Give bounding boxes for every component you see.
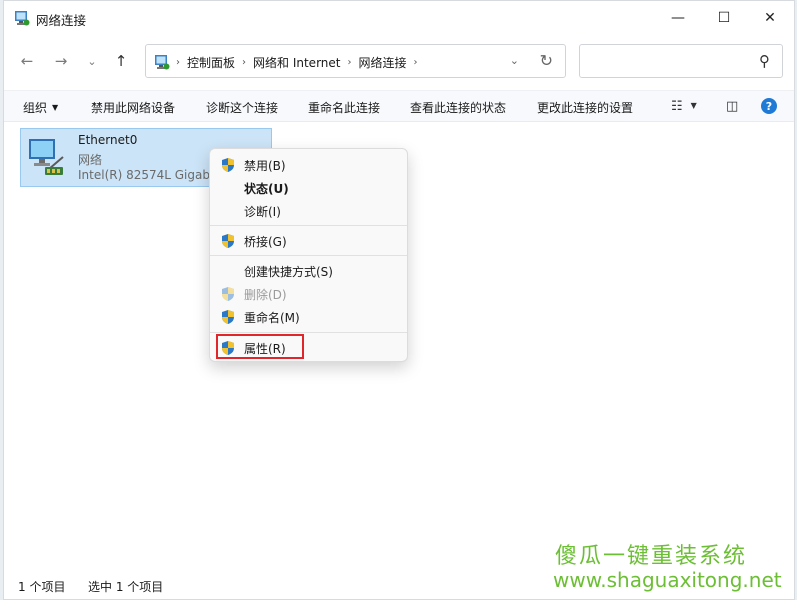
menu-item-diagnose[interactable]: 诊断(I) (210, 199, 407, 222)
search-icon: ⚲ (759, 52, 770, 70)
refresh-icon[interactable]: ↻ (540, 51, 553, 70)
ethernet-adapter-icon (29, 139, 64, 175)
connection-name: Ethernet0 (78, 133, 138, 147)
menu-item-label: 重命名(M) (244, 311, 300, 325)
breadcrumb-network-internet[interactable]: 网络和 Internet (253, 54, 340, 71)
organize-label: 组织 (23, 101, 48, 115)
disable-device-button[interactable]: 禁用此网络设备 (91, 99, 175, 116)
organize-button[interactable]: 组织 ▼ (23, 99, 58, 116)
view-options-icon[interactable]: ☷ ▼ (671, 99, 697, 114)
diagnose-button[interactable]: 诊断这个连接 (206, 99, 278, 116)
uac-shield-icon (222, 234, 234, 248)
caret-down-icon: ▼ (52, 103, 59, 112)
search-box[interactable]: ⚲ (579, 44, 783, 78)
title-bar: 网络连接 — ☐ ✕ (4, 1, 794, 35)
uac-shield-icon (222, 158, 234, 172)
connection-type: 网络 (78, 153, 103, 167)
breadcrumb-network-connections[interactable]: 网络连接 (358, 54, 406, 71)
menu-item-label: 桥接(G) (244, 235, 287, 249)
help-icon[interactable]: ? (761, 98, 777, 114)
menu-divider (210, 332, 407, 333)
breadcrumb-separator-icon: › (413, 57, 418, 68)
breadcrumb-separator-icon: › (176, 57, 180, 68)
uac-shield-icon (222, 287, 234, 301)
menu-item-bridge[interactable]: 桥接(G) (210, 229, 407, 252)
uac-shield-icon (222, 310, 234, 324)
properties-highlight-box (216, 334, 304, 359)
menu-item-label: 禁用(B) (244, 159, 286, 173)
menu-item-create-shortcut[interactable]: 创建快捷方式(S) (210, 259, 407, 282)
chevron-down-icon: ⌄ (87, 54, 97, 68)
recent-locations-button[interactable]: ⌄ (81, 50, 103, 72)
change-settings-button[interactable]: 更改此连接的设置 (537, 99, 633, 116)
menu-item-disable[interactable]: 禁用(B) (210, 153, 407, 176)
menu-divider (210, 225, 407, 226)
preview-pane-icon[interactable]: ◫ (726, 99, 738, 114)
network-connections-icon (15, 11, 30, 26)
menu-item-label: 创建快捷方式(S) (244, 265, 333, 279)
breadcrumb: › 控制面板 › 网络和 Internet › 网络连接 › (176, 54, 425, 71)
menu-item-rename[interactable]: 重命名(M) (210, 305, 407, 328)
up-arrow-icon: ↑ (114, 52, 128, 70)
watermark-title: 傻瓜一键重装系统 (555, 544, 748, 569)
window: 网络连接 — ☐ ✕ ← → ⌄ ↑ › 控制面板 › 网络和 Internet… (3, 0, 795, 600)
status-item-count: 1 个项目 (18, 580, 66, 594)
forward-arrow-icon: → (54, 52, 68, 70)
close-icon: ✕ (764, 10, 776, 26)
close-button[interactable]: ✕ (747, 5, 793, 31)
back-button[interactable]: ← (16, 50, 38, 72)
minimize-icon: — (671, 10, 685, 26)
forward-button[interactable]: → (50, 50, 72, 72)
menu-item-status[interactable]: 状态(U) (210, 176, 407, 199)
maximize-button[interactable]: ☐ (701, 5, 747, 31)
menu-item-delete: 删除(D) (210, 282, 407, 305)
view-status-button[interactable]: 查看此连接的状态 (410, 99, 506, 116)
breadcrumb-separator-icon: › (242, 57, 247, 68)
address-bar[interactable]: › 控制面板 › 网络和 Internet › 网络连接 › ⌄ ↻ (145, 44, 566, 78)
status-selected-count: 选中 1 个项目 (88, 580, 164, 594)
breadcrumb-separator-icon: › (347, 57, 352, 68)
minimize-button[interactable]: — (655, 5, 701, 31)
address-dropdown-icon[interactable]: ⌄ (510, 54, 519, 67)
window-title: 网络连接 (36, 13, 87, 28)
menu-item-label: 状态(U) (244, 182, 289, 196)
maximize-icon: ☐ (717, 10, 731, 26)
up-button[interactable]: ↑ (110, 50, 132, 72)
watermark-url: www.shaguaxitong.net (553, 568, 782, 592)
command-bar: 组织 ▼ 禁用此网络设备 诊断这个连接 重命名此连接 查看此连接的状态 更改此连接… (4, 90, 794, 122)
rename-button[interactable]: 重命名此连接 (308, 99, 380, 116)
context-menu: 禁用(B) 状态(U) 诊断(I) 桥接(G) 创建快捷方式(S) 删除(D) … (209, 148, 408, 362)
menu-item-label: 删除(D) (244, 288, 287, 302)
back-arrow-icon: ← (20, 52, 34, 70)
menu-item-label: 诊断(I) (244, 205, 281, 219)
menu-divider (210, 255, 407, 256)
control-panel-icon (155, 55, 170, 70)
breadcrumb-control-panel[interactable]: 控制面板 (187, 54, 235, 71)
